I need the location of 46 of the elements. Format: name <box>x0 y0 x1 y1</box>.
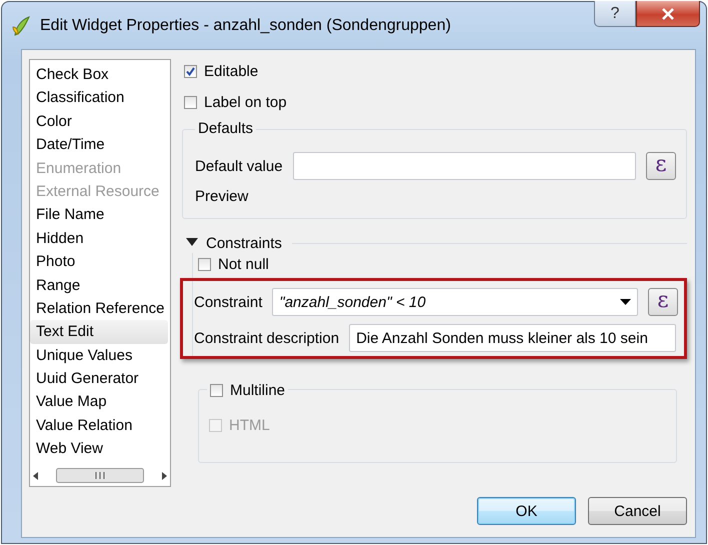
field-label: Constraint description <box>194 330 340 346</box>
list-item[interactable]: Classification <box>30 86 170 110</box>
scroll-left-icon[interactable] <box>33 472 39 480</box>
checkbox[interactable] <box>210 384 223 396</box>
constraint-description-field[interactable]: Die Anzahl Sonden muss kleiner als 10 sein <box>349 324 676 352</box>
list-item[interactable]: Unique Values <box>30 344 170 368</box>
list-item[interactable]: Relation Reference <box>30 296 170 320</box>
checkbox[interactable] <box>198 258 211 270</box>
scroll-thumb[interactable] <box>56 468 144 483</box>
list-item[interactable]: Text Edit <box>30 320 168 344</box>
dialog-button[interactable]: OK <box>477 497 576 525</box>
checkbox-label: Editable <box>204 62 258 80</box>
dialog-button[interactable]: Cancel <box>588 497 687 525</box>
list-item[interactable]: Photo <box>30 250 170 274</box>
list-item[interactable]: Color <box>30 110 170 134</box>
list-item[interactable]: Date/Time <box>30 133 170 157</box>
constraint-combo-box[interactable]: "anzahl_sonden" < 10 <box>272 288 638 316</box>
window-title: Edit Widget Properties - anzahl_sonden (Sondengruppen) <box>40 16 451 34</box>
list-item[interactable]: Web View <box>30 437 170 461</box>
list-item[interactable]: Value Map <box>30 390 170 414</box>
list-item[interactable]: Hidden <box>30 226 170 250</box>
list-item[interactable]: Range <box>30 274 170 297</box>
checkbox-label: Label on top <box>204 94 287 110</box>
scroll-right-icon[interactable] <box>161 472 167 480</box>
preview-label: Preview <box>195 188 250 205</box>
field-label: Default value <box>195 158 283 174</box>
dropdown-caret-icon <box>620 299 631 305</box>
checkbox-label: HTML <box>229 416 270 434</box>
expression-button[interactable]: ɛ <box>646 152 676 180</box>
expression-button[interactable]: ɛ <box>648 288 678 316</box>
checkbox-label: Not null <box>218 256 269 272</box>
collapse-arrow-icon[interactable] <box>186 236 198 248</box>
list-item[interactable]: Check Box <box>30 63 170 86</box>
app-logo-icon <box>12 14 32 36</box>
list-item[interactable]: Uuid Generator <box>30 367 170 390</box>
list-item[interactable]: File Name <box>30 203 170 227</box>
close-button[interactable] <box>636 1 700 27</box>
list-item[interactable]: Value Relation <box>30 414 170 438</box>
checkbox[interactable] <box>184 64 197 78</box>
field-label: Constraint <box>194 294 262 310</box>
checkbox[interactable] <box>184 96 197 108</box>
help-button[interactable]: ? <box>594 1 636 27</box>
default-value-field[interactable] <box>292 152 636 180</box>
close-icon <box>661 8 675 20</box>
group-title: Constraints <box>206 234 282 252</box>
checkbox-label: Multiline <box>230 382 286 398</box>
